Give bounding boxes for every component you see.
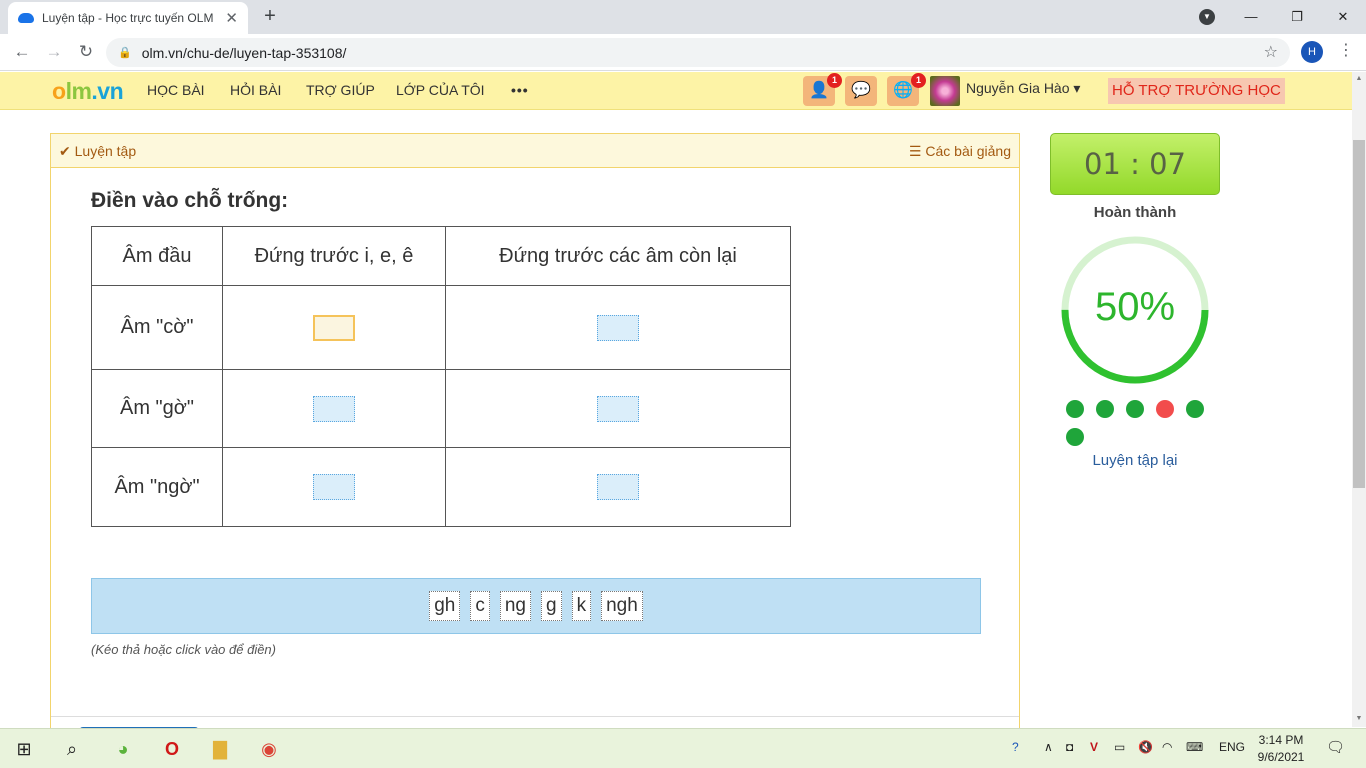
status-label: Hoàn thành [1093, 204, 1177, 221]
check-circle-icon: ✔ [59, 143, 71, 159]
camera-icon[interactable]: ◘ [1066, 740, 1073, 754]
retry-link[interactable]: Luyện tập lại [1050, 452, 1220, 469]
table-header: Âm đầu [91, 226, 223, 286]
url-text: olm.vn/chu-de/luyen-tap-353108/ [141, 44, 347, 61]
list-icon: ☰ [908, 143, 922, 159]
clock-time: 3:14 PM [1258, 733, 1304, 747]
practice-label: ✔ Luyện tập [59, 143, 137, 159]
clock-date: 9/6/2021 [1257, 750, 1305, 764]
search-icon[interactable]: ⌕ [60, 737, 84, 761]
answer-slot[interactable] [597, 314, 639, 341]
friend-request-badge: 1 [827, 73, 842, 88]
progress-percent: 50% [1094, 285, 1176, 329]
nav-hoi-bai[interactable]: HỎI BÀI [230, 82, 281, 98]
friend-request-icon[interactable]: 👤 1 [803, 73, 842, 106]
table-header: Đứng trước i, e, ê [222, 226, 446, 286]
school-support-button[interactable]: HỖ TRỢ TRƯỜNG HỌC [1108, 78, 1285, 104]
nav-lop-cua-toi[interactable]: LỚP CỦA TÔI [396, 82, 485, 98]
site-navbar: olm.vn HỌC BÀI HỎI BÀI TRỢ GIÚP LỚP CỦA … [0, 72, 1352, 110]
result-dot[interactable] [1126, 400, 1144, 418]
answer-slot[interactable] [313, 474, 355, 500]
notification-badge: 1 [911, 73, 926, 88]
keyboard-icon[interactable]: ⌨ [1186, 740, 1203, 754]
result-dot[interactable] [1096, 400, 1114, 418]
scrollbar-thumb[interactable] [1353, 140, 1365, 488]
scroll-down-arrow-icon[interactable]: ▼ [1352, 712, 1366, 726]
choice-chip[interactable]: g [541, 591, 562, 621]
lessons-link[interactable]: ☰ Các bài giảng [909, 143, 1011, 160]
wifi-icon[interactable]: ◠ [1162, 740, 1172, 754]
choice-chip[interactable]: gh [429, 591, 461, 621]
nav-hoc-bai[interactable]: HỌC BÀI [147, 82, 205, 98]
file-explorer-icon[interactable]: ▇ [208, 737, 232, 761]
result-dot[interactable] [1066, 428, 1084, 446]
coccoc-browser-icon[interactable]: ◕ [111, 737, 135, 761]
browser-tab[interactable]: Luyện tập - Học trực tuyến OLM ✕ [8, 2, 248, 34]
answer-slot[interactable] [597, 395, 639, 422]
restore-button[interactable]: ❐ [1274, 0, 1320, 34]
answer-slot[interactable] [313, 314, 355, 341]
row-label: Âm "gờ" [91, 369, 223, 448]
show-hidden-icons-icon[interactable]: ∧ [1044, 740, 1053, 754]
answer-slot[interactable] [597, 474, 639, 500]
result-dot[interactable] [1066, 400, 1084, 418]
scroll-up-arrow-icon[interactable]: ▲ [1352, 72, 1366, 86]
opera-icon[interactable]: O [160, 737, 184, 761]
new-tab-button[interactable]: + [258, 4, 282, 28]
choice-chip[interactable]: ngh [601, 591, 643, 621]
panel-header: ✔ Luyện tập ☰ Các bài giảng [51, 134, 1019, 168]
vietkey-icon[interactable]: V [1090, 740, 1098, 754]
answer-slot[interactable] [313, 395, 355, 422]
bookmark-star-icon[interactable]: ☆ [1264, 42, 1278, 62]
panel-divider [51, 716, 1019, 717]
olm-favicon-icon [18, 13, 34, 23]
lock-icon[interactable]: 🔒 [118, 46, 132, 59]
user-avatar[interactable] [930, 76, 960, 106]
taskbar: ⊞ ⌕ ◕ O ▇ ◉ ? ∧ ◘ V ▭ 🔇 ◠ ⌨ ENG 3:14 PM … [0, 728, 1366, 768]
language-indicator[interactable]: ENG [1219, 740, 1245, 754]
forward-button[interactable]: → [42, 40, 66, 64]
windows-start-icon[interactable]: ⊞ [12, 737, 36, 761]
browser-titlebar: Luyện tập - Học trực tuyến OLM ✕ + ▼ — ❐… [0, 0, 1366, 34]
address-toolbar: ← → ↻ 🔒 olm.vn/chu-de/luyen-tap-353108/ … [0, 34, 1366, 71]
reload-button[interactable]: ↻ [74, 40, 98, 64]
back-button[interactable]: ← [10, 40, 34, 64]
olm-logo[interactable]: olm.vn [52, 78, 124, 105]
minimize-button[interactable]: — [1228, 0, 1274, 34]
result-dot[interactable] [1156, 400, 1174, 418]
clock[interactable]: 3:14 PM 9/6/2021 [1256, 732, 1306, 766]
table-header: Đứng trước các âm còn lại [445, 226, 791, 286]
volume-muted-icon[interactable]: 🔇 [1138, 740, 1153, 754]
help-icon[interactable]: ? [1012, 740, 1019, 754]
word-bank: gh c ng g k ngh [91, 578, 981, 634]
result-dot[interactable] [1186, 400, 1204, 418]
url-bar[interactable]: 🔒 olm.vn/chu-de/luyen-tap-353108/ ☆ [106, 38, 1290, 67]
close-window-button[interactable]: ✕ [1320, 0, 1366, 34]
choice-chip[interactable]: k [571, 591, 592, 621]
choice-chip[interactable]: c [470, 591, 490, 621]
chrome-icon[interactable]: ◉ [257, 737, 281, 761]
row-label: Âm "cờ" [91, 285, 223, 370]
choice-chip[interactable]: ng [499, 591, 531, 621]
nav-more-button[interactable]: ••• [511, 82, 529, 98]
browser-menu-icon[interactable]: ⋮ [1338, 40, 1354, 60]
profile-avatar[interactable]: H [1301, 41, 1323, 63]
drag-hint: (Kéo thả hoặc click vào để điền) [91, 642, 276, 657]
close-tab-icon[interactable]: ✕ [225, 9, 238, 27]
row-label: Âm "ngờ" [91, 447, 223, 527]
exercise-panel: ✔ Luyện tập ☰ Các bài giảng Điền vào chỗ… [50, 133, 1020, 743]
tab-title: Luyện tập - Học trực tuyến OLM [42, 11, 214, 25]
globe-notification-icon[interactable]: 🌐 1 [887, 73, 926, 106]
nav-tro-giup[interactable]: TRỢ GIÚP [306, 82, 375, 98]
user-menu[interactable]: Nguyễn Gia Hào ▾ [966, 80, 1080, 97]
notification-center-icon[interactable]: 🗨 [1326, 738, 1345, 756]
question-title: Điền vào chỗ trống: [91, 189, 289, 212]
fill-table: Âm đầu Đứng trước i, e, ê Đứng trước các… [91, 226, 791, 527]
chat-icon[interactable]: 💬 [845, 76, 877, 106]
battery-icon[interactable]: ▭ [1114, 740, 1125, 754]
timer: 01 : 07 [1050, 133, 1220, 195]
tab-search-icon[interactable]: ▼ [1199, 9, 1215, 25]
